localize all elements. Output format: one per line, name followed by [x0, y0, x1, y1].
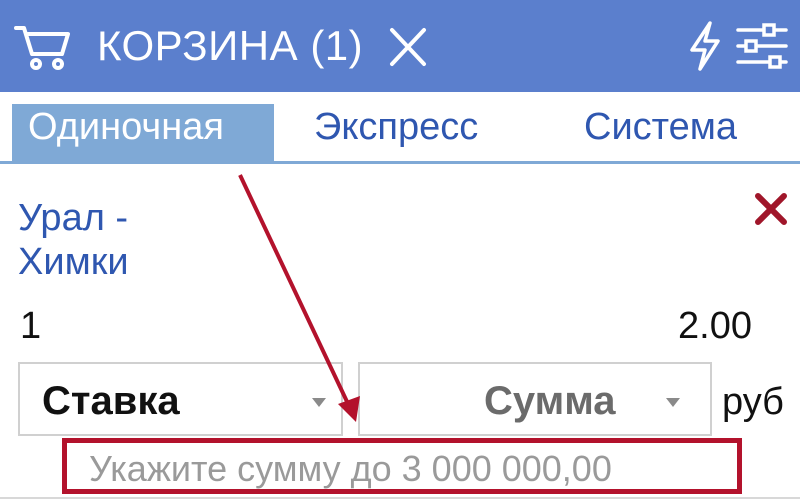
tab-system[interactable]: Система — [570, 104, 751, 162]
bet-odds: 2.00 — [678, 305, 752, 347]
match-name[interactable]: Урал - Химки — [18, 196, 238, 284]
stake-select[interactable]: Ставка — [18, 362, 343, 436]
stake-select-label: Ставка — [42, 379, 180, 423]
bet-outcome: 1 — [20, 305, 42, 347]
filters-icon[interactable] — [734, 20, 790, 72]
chevron-down-icon — [312, 398, 326, 407]
bet-type-tabs: Одиночная Экспресс Система — [0, 92, 800, 164]
amount-hint: Укажите сумму до 3 000 000,00 — [89, 448, 612, 489]
divider — [0, 497, 800, 499]
chevron-down-icon — [666, 398, 680, 407]
cart-title: КОРЗИНА (1) — [97, 22, 364, 69]
amount-select-label: Сумма — [484, 379, 616, 423]
tab-single[interactable]: Одиночная — [12, 104, 274, 162]
tab-express[interactable]: Экспресс — [300, 104, 492, 162]
close-icon[interactable] — [384, 24, 432, 70]
remove-icon[interactable] — [752, 190, 790, 228]
cart-header: КОРЗИНА (1) — [0, 0, 800, 92]
bolt-icon[interactable] — [684, 20, 726, 72]
cart-icon[interactable] — [12, 20, 72, 72]
currency-label: руб — [722, 381, 784, 423]
amount-hint-highlight: Укажите сумму до 3 000 000,00 — [62, 438, 742, 494]
amount-select[interactable]: Сумма — [358, 362, 712, 436]
